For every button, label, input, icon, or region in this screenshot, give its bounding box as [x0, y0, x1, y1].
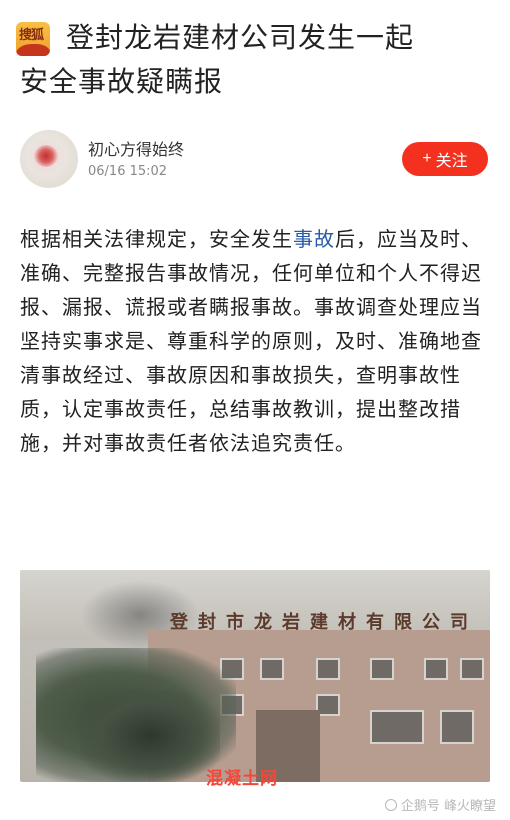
follow-button-label: 关注 [435, 153, 468, 170]
avatar-flower-image [34, 145, 58, 167]
article-photo[interactable]: 登封市龙岩建材有限公司 [20, 570, 490, 782]
avatar[interactable] [20, 130, 78, 188]
author-row: 初心方得始终 06/16 15:02 + 关注 [20, 128, 490, 190]
logo-mark [16, 44, 50, 56]
penguin-icon [384, 798, 397, 811]
article-page: 搜狐 登封龙岩建材公司发生一起 安全事故疑瞒报 初心方得始终 06/16 15:… [0, 0, 510, 820]
page-title-line2: 安全事故疑瞒报 [20, 65, 224, 98]
logo-text: 搜狐 [19, 28, 44, 43]
sohu-logo-icon: 搜狐 [16, 22, 50, 56]
photo-company-sign: 登封市龙岩建材有限公司 [170, 612, 478, 633]
accident-keyword-link[interactable]: 事故 [293, 227, 335, 251]
photo-tree [80, 690, 220, 782]
penguin-account-watermark: 企鹅号 峰火瞭望 [384, 795, 496, 814]
article-text-start: 根据相关法律规定，安全发生 [20, 227, 293, 251]
article-body: 根据相关法律规定，安全发生事故后，应当及时、准确、完整报告事故情况，任何单位和个… [20, 222, 496, 460]
photo-window [424, 658, 448, 680]
article-header: 搜狐 登封龙岩建材公司发生一起 安全事故疑瞒报 [16, 16, 486, 104]
photo-window [440, 710, 474, 744]
post-timestamp: 06/16 15:02 [88, 164, 168, 179]
photo-window [370, 710, 424, 744]
photo-window [370, 658, 394, 680]
photo-window [316, 658, 340, 680]
penguin-account-text: 企鹅号 峰火瞭望 [400, 799, 496, 814]
concrete-net-watermark: 混凝土网 [206, 769, 278, 789]
page-title: 登封龙岩建材公司发生一起 [66, 21, 415, 54]
follow-button[interactable]: + 关注 [402, 142, 488, 176]
author-name[interactable]: 初心方得始终 [88, 136, 184, 160]
article-text-rest: 后，应当及时、准确、完整报告事故情况，任何单位和个人不得迟报、漏报、谎报或者瞒报… [20, 227, 482, 455]
photo-window [260, 658, 284, 680]
photo-window [460, 658, 484, 680]
plus-icon: + [422, 150, 432, 167]
